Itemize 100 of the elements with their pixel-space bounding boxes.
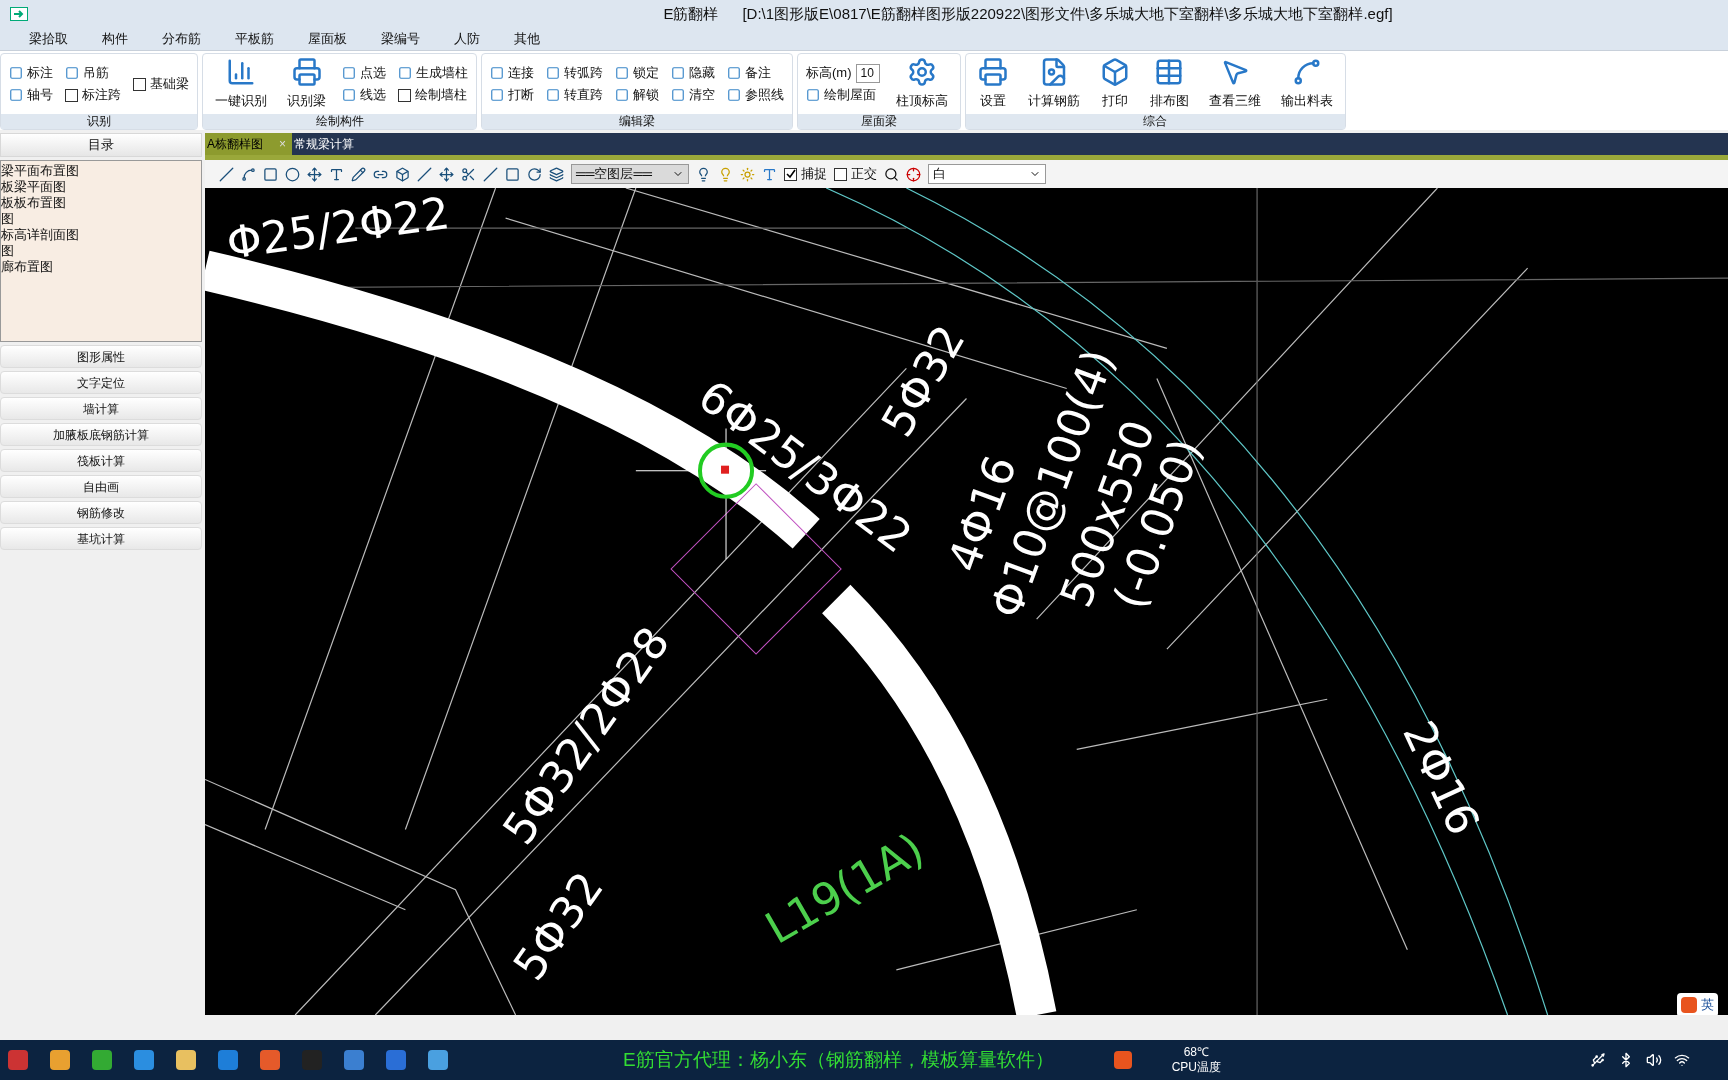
- ribbon-checkbox[interactable]: 标注跨: [65, 84, 121, 106]
- menu-tab[interactable]: 梁拾取: [12, 28, 85, 50]
- taskbar-app-icon[interactable]: [218, 1050, 238, 1070]
- ribbon-large-button[interactable]: 查看三维: [1204, 57, 1265, 111]
- menu-tab[interactable]: 其他: [497, 28, 557, 50]
- usb-icon[interactable]: [1590, 1052, 1606, 1068]
- layer-select[interactable]: ══空图层══: [571, 164, 689, 184]
- drawing-tool-icon[interactable]: [329, 166, 344, 182]
- ribbon-button[interactable]: 打断: [490, 84, 534, 106]
- drawing-tool-icon[interactable]: [351, 166, 366, 182]
- drawing-tool-icon[interactable]: [241, 166, 256, 182]
- ribbon-checkbox[interactable]: 基础梁: [133, 73, 189, 95]
- lightbulb-icon[interactable]: [696, 166, 711, 182]
- drawing-tool-icon[interactable]: [439, 166, 454, 182]
- tool-icon: [906, 57, 937, 88]
- drawing-tool-icon[interactable]: [483, 166, 498, 182]
- group-label: 编辑梁: [482, 114, 792, 129]
- taskbar-app-icon[interactable]: [344, 1050, 364, 1070]
- document-tab[interactable]: 常规梁计算: [292, 133, 357, 155]
- ribbon-large-button[interactable]: 计算钢筋: [1023, 57, 1084, 111]
- catalog-item[interactable]: 板梁平面图: [1, 179, 201, 195]
- drawing-tool-icon[interactable]: [549, 166, 564, 182]
- menu-tab[interactable]: 平板筋: [218, 28, 291, 50]
- text-style-icon[interactable]: [762, 166, 777, 182]
- taskbar-app-icon[interactable]: [8, 1050, 28, 1070]
- ribbon-large-button[interactable]: 识别梁: [283, 57, 330, 111]
- ribbon-button[interactable]: 点选: [342, 62, 386, 84]
- ribbon-large-button[interactable]: 一键识别: [211, 57, 271, 111]
- ribbon-button[interactable]: 锁定: [615, 62, 659, 84]
- color-select[interactable]: 白: [928, 164, 1046, 184]
- catalog-item[interactable]: 标高详剖面图: [1, 227, 201, 243]
- panel-button[interactable]: 钢筋修改: [0, 501, 202, 524]
- taskbar-app-icon[interactable]: [176, 1050, 196, 1070]
- catalog-item[interactable]: 板板布置图: [1, 195, 201, 211]
- panel-button[interactable]: 图形属性: [0, 345, 202, 368]
- wifi-icon[interactable]: [1674, 1052, 1690, 1068]
- taskbar-app-icon[interactable]: [50, 1050, 70, 1070]
- ribbon-button[interactable]: 备注: [727, 62, 784, 84]
- ribbon-large-button[interactable]: 排布图: [1145, 57, 1193, 111]
- drawing-tool-icon[interactable]: [417, 166, 432, 182]
- drawing-tool-icon[interactable]: [395, 166, 410, 182]
- panel-button[interactable]: 基坑计算: [0, 527, 202, 550]
- panel-button[interactable]: 筏板计算: [0, 449, 202, 472]
- menu-tab[interactable]: 分布筋: [145, 28, 218, 50]
- ribbon-button[interactable]: 轴号: [9, 84, 53, 106]
- ribbon-button[interactable]: 隐藏: [671, 62, 715, 84]
- checkbox[interactable]: [133, 77, 146, 91]
- ribbon-button[interactable]: 转弧跨: [546, 62, 603, 84]
- tool-icon: [671, 88, 685, 102]
- checkbox-label: 标注跨: [82, 86, 121, 105]
- menu-tab[interactable]: 构件: [85, 28, 145, 50]
- checkbox[interactable]: [834, 167, 847, 181]
- ribbon-large-button[interactable]: 设置: [973, 57, 1012, 111]
- ribbon-button[interactable]: 解锁: [615, 84, 659, 106]
- catalog-item[interactable]: 图: [1, 243, 201, 259]
- taskbar-app-icon[interactable]: [134, 1050, 154, 1070]
- ribbon-button[interactable]: 绘制屋面: [806, 84, 880, 106]
- menu-tab[interactable]: 屋面板: [291, 28, 364, 50]
- rebar-annotation[interactable]: Φ25/2Φ22: [223, 188, 453, 269]
- checkbox[interactable]: [398, 88, 411, 102]
- ribbon-large-button[interactable]: 打印: [1095, 57, 1134, 111]
- ribbon-large-button[interactable]: 柱顶标高: [891, 57, 952, 111]
- panel-button[interactable]: 加腋板底钢筋计算: [0, 423, 202, 446]
- drawing-tool-icon[interactable]: [461, 166, 476, 182]
- catalog-item[interactable]: 廊布置图: [1, 259, 201, 275]
- search-icon[interactable]: [884, 166, 899, 182]
- ribbon-large-button[interactable]: 输出料表: [1276, 57, 1337, 111]
- panel-button[interactable]: 文字定位: [0, 371, 202, 394]
- ime-indicator[interactable]: 英: [1677, 993, 1718, 1015]
- ribbon-button[interactable]: 参照线: [727, 84, 784, 106]
- catalog-item[interactable]: 梁平面布置图: [1, 163, 201, 179]
- ribbon-button[interactable]: 线选: [342, 84, 386, 106]
- ribbon-checkbox[interactable]: 绘制墙柱: [398, 84, 468, 106]
- panel-button[interactable]: 墙计算: [0, 397, 202, 420]
- menu-tab[interactable]: 梁编号: [364, 28, 437, 50]
- drawing-tool-icon[interactable]: [285, 166, 300, 182]
- drawing-tool-icon[interactable]: [263, 166, 278, 182]
- document-tab[interactable]: A栋翻样图 ×: [205, 133, 293, 155]
- drawing-tool-icon[interactable]: [219, 166, 234, 182]
- ribbon-button[interactable]: 吊筋: [65, 62, 121, 84]
- ime-logo-icon[interactable]: [1113, 1051, 1132, 1069]
- drawing-tool-icon[interactable]: [527, 166, 542, 182]
- ribbon-button[interactable]: 标注: [9, 62, 53, 84]
- volume-icon[interactable]: [1646, 1052, 1662, 1068]
- drawing-tool-icon[interactable]: [307, 166, 322, 182]
- ribbon-button[interactable]: 生成墙柱: [398, 62, 468, 84]
- drawing-tool-icon[interactable]: [505, 166, 520, 182]
- catalog-item[interactable]: 图: [1, 211, 201, 227]
- taskbar-app-icon[interactable]: [92, 1050, 112, 1070]
- checkbox[interactable]: [784, 167, 797, 181]
- ribbon-button[interactable]: 连接: [490, 62, 534, 84]
- crosshair-icon[interactable]: [906, 166, 921, 182]
- checkbox[interactable]: [65, 88, 78, 102]
- ribbon-button[interactable]: 清空: [671, 84, 715, 106]
- taskbar-app-icon[interactable]: [260, 1050, 280, 1070]
- menu-tab[interactable]: 人防: [437, 28, 497, 50]
- elevation-field[interactable]: 10: [855, 63, 880, 83]
- ribbon-button[interactable]: 转直跨: [546, 84, 603, 106]
- panel-button[interactable]: 自由画: [0, 475, 202, 498]
- taskbar-app-icon[interactable]: [428, 1050, 448, 1070]
